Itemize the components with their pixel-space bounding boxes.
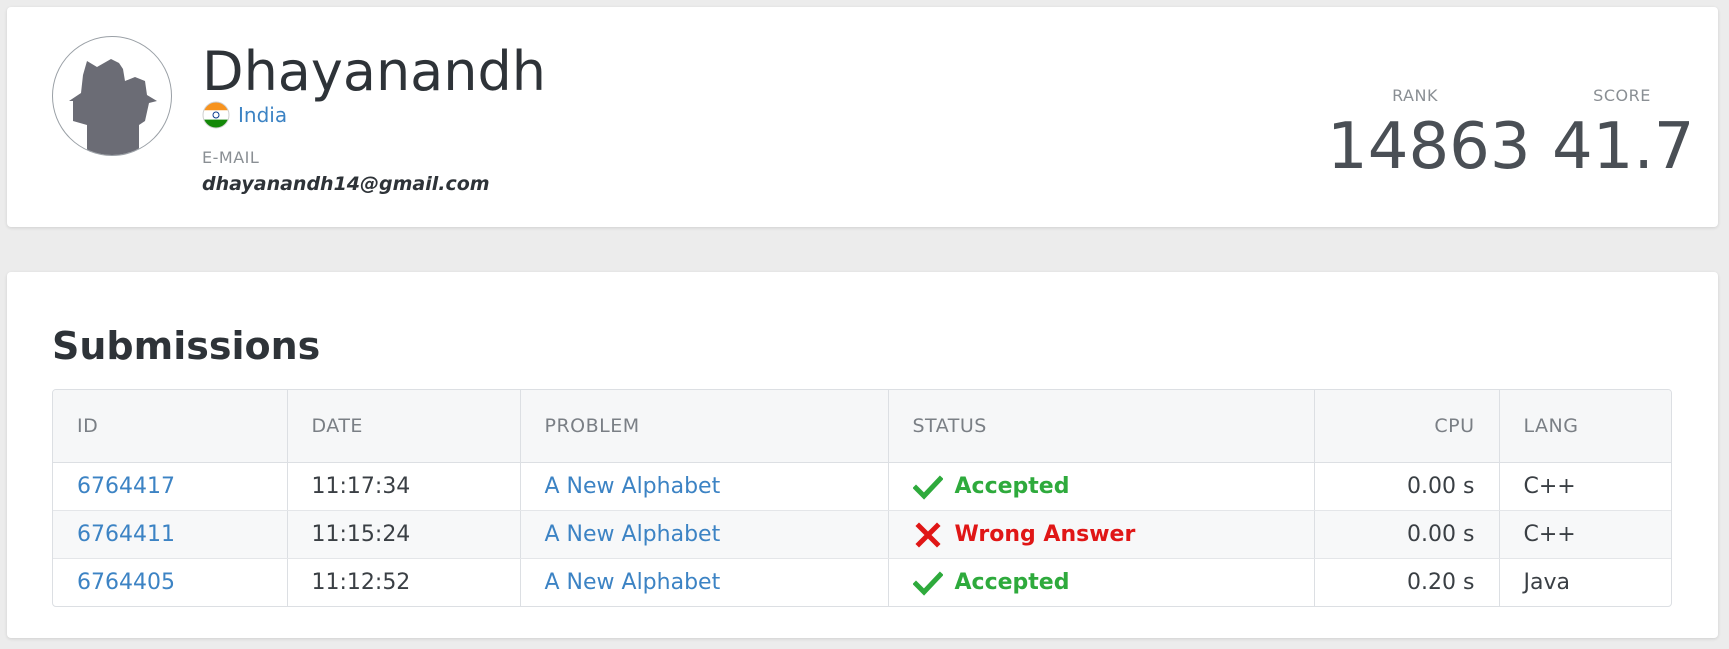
country-link[interactable]: India bbox=[238, 103, 287, 127]
score-value: 41.7 bbox=[1552, 110, 1695, 184]
rank-value: 14863 bbox=[1327, 110, 1531, 184]
submission-id-link[interactable]: 6764411 bbox=[77, 522, 175, 547]
status-text: Wrong Answer bbox=[954, 522, 1136, 547]
column-header-cpu: CPU bbox=[1314, 390, 1500, 463]
check-icon bbox=[912, 570, 943, 596]
cpu-time: 0.00 s bbox=[1314, 510, 1500, 559]
language: C++ bbox=[1499, 510, 1671, 559]
table-row: 6764411 11:15:24 A New Alphabet Wrong An… bbox=[53, 510, 1671, 559]
profile-card: Dhayanandh India E-MAIL dhayanandh14@gma… bbox=[7, 7, 1718, 227]
rank-stat: RANK 14863 bbox=[1327, 86, 1531, 184]
submissions-table: ID DATE PROBLEM STATUS CPU LANG 6764417 … bbox=[52, 389, 1672, 607]
status-cell: Accepted bbox=[912, 472, 1290, 502]
status-text: Accepted bbox=[954, 474, 1070, 499]
cpu-time: 0.00 s bbox=[1314, 462, 1500, 511]
user-name: Dhayanandh bbox=[202, 40, 546, 103]
cpu-time: 0.20 s bbox=[1314, 558, 1500, 606]
email-label: E-MAIL bbox=[202, 148, 260, 167]
column-header-problem: PROBLEM bbox=[520, 390, 889, 463]
user-silhouette-icon bbox=[69, 59, 157, 155]
column-header-date: DATE bbox=[287, 390, 521, 463]
country: India bbox=[202, 99, 287, 131]
submission-id-link[interactable]: 6764405 bbox=[77, 570, 175, 595]
cross-icon bbox=[914, 521, 941, 548]
india-flag-icon bbox=[202, 101, 230, 129]
submission-id-link[interactable]: 6764417 bbox=[77, 474, 175, 499]
score-stat: SCORE 41.7 bbox=[1552, 86, 1695, 184]
status-cell: Wrong Answer bbox=[913, 520, 1290, 550]
column-header-id: ID bbox=[53, 390, 288, 463]
column-header-lang: LANG bbox=[1499, 390, 1671, 463]
language: C++ bbox=[1499, 462, 1671, 511]
submission-date: 11:12:52 bbox=[287, 558, 521, 606]
check-icon bbox=[912, 474, 943, 500]
submission-date: 11:17:34 bbox=[287, 462, 521, 511]
table-row: 6764417 11:17:34 A New Alphabet Accepted… bbox=[53, 462, 1671, 511]
avatar bbox=[52, 36, 172, 156]
table-header-row: ID DATE PROBLEM STATUS CPU LANG bbox=[53, 390, 1671, 463]
problem-link[interactable]: A New Alphabet bbox=[545, 522, 721, 547]
status-text: Accepted bbox=[954, 570, 1070, 595]
status-cell: Accepted bbox=[912, 568, 1290, 598]
email-value: dhayanandh14@gmail.com bbox=[202, 173, 490, 195]
language: Java bbox=[1523, 570, 1570, 595]
problem-link[interactable]: A New Alphabet bbox=[545, 570, 721, 595]
submissions-card: Submissions ID DATE PROBLEM STATUS CPU L… bbox=[7, 272, 1718, 638]
rank-label: RANK bbox=[1392, 86, 1438, 105]
submission-date: 11:15:24 bbox=[287, 510, 521, 559]
column-header-status: STATUS bbox=[888, 390, 1315, 463]
score-label: SCORE bbox=[1593, 86, 1651, 105]
problem-link[interactable]: A New Alphabet bbox=[545, 474, 721, 499]
submissions-title: Submissions bbox=[52, 324, 321, 368]
table-row: 6764405 11:12:52 A New Alphabet Accepted… bbox=[53, 558, 1671, 606]
